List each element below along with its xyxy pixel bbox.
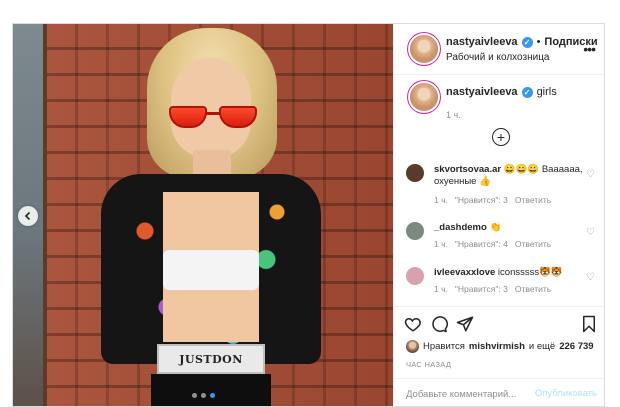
share-icon[interactable] [456, 315, 474, 333]
carousel-dot[interactable] [200, 393, 206, 398]
verified-badge-icon: ✓ [521, 36, 533, 48]
heart-icon[interactable]: ♡ [586, 227, 595, 238]
comment-likes-count[interactable]: "Нравится": 3 [455, 284, 508, 294]
comment-meta: 1 ч. "Нравится": 3 Ответить [434, 284, 551, 294]
comment-item: skvortsovaa.ar 😀😀😀 Ваааааа, охуенные 👍 1… [394, 162, 604, 206]
author-avatar[interactable] [410, 35, 438, 63]
belt-logo-text: JUSTDON [179, 353, 243, 366]
bookmark-icon[interactable] [580, 315, 598, 333]
comment-text: 👏 [489, 222, 502, 233]
comment-form: Опубликовать [394, 378, 604, 406]
post-actions: Нравится mishvirmish и ещё 226 739 ЧАС Н… [394, 306, 604, 378]
load-more-comments-button[interactable]: + [492, 128, 510, 146]
post-time[interactable]: ЧАС НАЗАД [406, 360, 451, 369]
caption-username[interactable]: nastyaivleeva [446, 86, 518, 98]
heart-icon[interactable]: ♡ [586, 169, 595, 180]
commenter-avatar[interactable] [406, 222, 424, 240]
comment-username[interactable]: skvortsovaa.ar [434, 164, 501, 175]
comment-time: 1 ч. [434, 239, 448, 249]
post-photo[interactable]: JUSTDON [13, 24, 393, 406]
comment-time: 1 ч. [434, 195, 448, 205]
carousel-prev-button[interactable] [18, 206, 38, 226]
publish-button[interactable]: Опубликовать [535, 388, 597, 399]
likes-middle: и ещё [528, 341, 556, 352]
liker-username[interactable]: mishvirmish [469, 341, 525, 352]
liker-avatar[interactable] [406, 340, 419, 353]
likes-count[interactable]: 226 739 [559, 341, 593, 352]
comment-likes-count[interactable]: "Нравится": 4 [455, 239, 508, 249]
comment-meta: 1 ч. "Нравится": 4 Ответить [434, 239, 551, 249]
commenter-avatar[interactable] [406, 164, 424, 182]
caption-author-avatar[interactable] [410, 83, 438, 111]
comment-icon[interactable] [430, 315, 448, 333]
likes-summary: Нравится mishvirmish и ещё 226 739 [406, 340, 594, 353]
carousel-dots [13, 393, 393, 398]
comment-body: skvortsovaa.ar 😀😀😀 Ваааааа, охуенные 👍 [434, 164, 584, 188]
post-card: JUSTDON nastyaivleeva ✓ • Подписки Рабоч [12, 23, 605, 407]
comment-likes-count[interactable]: "Нравится": 3 [455, 195, 508, 205]
chevron-left-icon [24, 211, 31, 221]
caption-time: 1 ч. [446, 110, 461, 120]
comment-text: iconsssss🐯🐯 [497, 267, 563, 278]
black-shorts [151, 374, 271, 406]
author-username[interactable]: nastyaivleeva [446, 36, 518, 48]
comment-item: _dashdemo 👏 1 ч. "Нравится": 4 Ответить … [394, 220, 604, 264]
background-rail [43, 24, 47, 406]
carousel-dot-active[interactable] [209, 393, 215, 398]
carousel-dot[interactable] [191, 393, 197, 398]
comment-body: _dashdemo 👏 [434, 222, 584, 234]
likes-prefix: Нравится [423, 341, 465, 352]
heart-icon[interactable]: ♡ [586, 272, 595, 283]
shorts-belt: JUSTDON [157, 344, 265, 374]
verified-badge-icon: ✓ [521, 86, 533, 98]
commenter-avatar[interactable] [406, 267, 424, 285]
comment-time: 1 ч. [434, 284, 448, 294]
post-side-panel: nastyaivleeva ✓ • Подписки Рабочий и кол… [393, 24, 604, 406]
author-row: nastyaivleeva ✓ • Подписки [446, 36, 598, 48]
photo-subject: JUSTDON [101, 24, 321, 406]
heart-icon[interactable] [404, 315, 422, 333]
comment-input[interactable] [406, 385, 534, 403]
plus-icon: + [496, 129, 506, 145]
comment-username[interactable]: ivleevaxxlove [434, 267, 495, 278]
comment-meta: 1 ч. "Нравится": 3 Ответить [434, 195, 551, 205]
post-header: nastyaivleeva ✓ • Подписки Рабочий и кол… [394, 24, 604, 75]
reply-button[interactable]: Ответить [515, 284, 551, 294]
comment-item: ivleevaxxlove iconsssss🐯🐯 1 ч. "Нравится… [394, 265, 604, 309]
comment-body: ivleevaxxlove iconsssss🐯🐯 [434, 267, 584, 279]
white-crop-top [163, 250, 259, 290]
caption-row: nastyaivleeva ✓ girls [446, 86, 557, 98]
comment-username[interactable]: _dashdemo [434, 222, 487, 233]
header-separator: • [536, 36, 541, 48]
reply-button[interactable]: Ответить [515, 239, 551, 249]
red-sunglasses [169, 106, 257, 130]
more-options-icon[interactable]: ••• [583, 41, 596, 57]
reply-button[interactable]: Ответить [515, 195, 551, 205]
caption-text: girls [536, 86, 557, 98]
post-location[interactable]: Рабочий и колхозница [446, 52, 549, 63]
